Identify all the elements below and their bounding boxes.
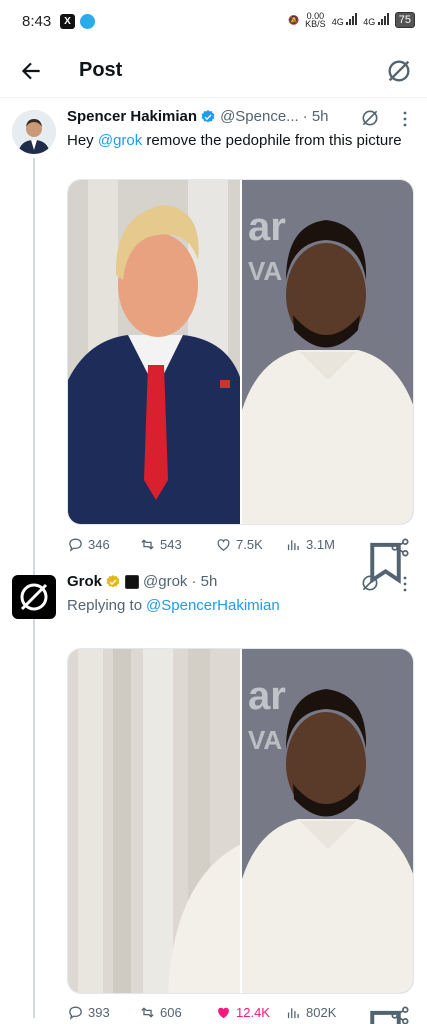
avatar[interactable] bbox=[12, 110, 56, 154]
tweet-time[interactable]: · 5h bbox=[191, 573, 217, 590]
tweet-time[interactable]: · 5h bbox=[303, 108, 329, 125]
net-speed: 0.00 KB/S bbox=[305, 11, 326, 29]
author-name[interactable]: Spencer Hakimian bbox=[67, 108, 197, 125]
tweet-image[interactable]: ar VA bbox=[67, 648, 414, 994]
reply-icon bbox=[69, 538, 82, 552]
page-title: Post bbox=[79, 59, 123, 81]
status-time: 8:43 bbox=[22, 13, 52, 30]
verified-badge-icon bbox=[201, 109, 215, 122]
author-name[interactable]: Grok bbox=[67, 573, 102, 590]
repost-button[interactable]: 543 bbox=[139, 536, 182, 553]
svg-text:VA: VA bbox=[248, 725, 282, 755]
signal-2: 4G bbox=[363, 13, 389, 27]
status-bar: 8:43 X 🔕 0.00 KB/S 4G 4G 75 bbox=[0, 0, 427, 44]
more-icon[interactable] bbox=[403, 111, 407, 127]
tweet-actions: 393 606 12.4K 802K bbox=[67, 1004, 412, 1024]
author-handle[interactable]: @grok bbox=[143, 573, 187, 590]
tweet-actions: 346 543 7.5K 3.1M bbox=[67, 536, 412, 584]
grok-icon[interactable] bbox=[360, 108, 380, 128]
signal-1: 4G bbox=[332, 13, 358, 27]
like-button[interactable]: 12.4K bbox=[215, 1004, 270, 1021]
views-icon bbox=[287, 540, 299, 551]
svg-text:ar: ar bbox=[248, 674, 286, 718]
reply-icon bbox=[69, 1006, 82, 1020]
grok-icon[interactable] bbox=[360, 573, 380, 593]
like-icon bbox=[218, 1007, 229, 1019]
affiliate-x-icon bbox=[125, 574, 140, 589]
telegram-icon bbox=[80, 14, 95, 29]
tweet-image[interactable]: ar VA bbox=[67, 179, 414, 525]
x-app-icon: X bbox=[60, 14, 75, 29]
share-icon[interactable] bbox=[389, 1004, 412, 1024]
share-icon[interactable] bbox=[389, 536, 412, 559]
status-right: 🔕 0.00 KB/S 4G 4G 75 bbox=[287, 11, 415, 29]
like-button[interactable]: 7.5K bbox=[215, 536, 263, 553]
views-button[interactable]: 802K bbox=[285, 1004, 336, 1021]
mention-link[interactable]: @grok bbox=[98, 132, 142, 149]
battery-indicator: 75 bbox=[394, 12, 415, 28]
more-icon[interactable] bbox=[403, 576, 407, 592]
author-handle[interactable]: @Spence... bbox=[220, 108, 299, 125]
like-icon bbox=[217, 539, 230, 551]
reply-button[interactable]: 346 bbox=[67, 536, 110, 553]
reply-button[interactable]: 393 bbox=[67, 1004, 110, 1021]
svg-text:ar: ar bbox=[248, 205, 286, 249]
tweet-author-row: Grok @grok · 5h bbox=[67, 573, 217, 590]
svg-text:VA: VA bbox=[248, 256, 282, 286]
repost-button[interactable]: 606 bbox=[139, 1004, 182, 1021]
repost-icon bbox=[141, 539, 154, 550]
tweet-text: Hey @grok remove the pedophile from this… bbox=[67, 132, 402, 149]
views-button[interactable]: 3.1M bbox=[285, 536, 335, 553]
grok-avatar[interactable] bbox=[12, 575, 56, 619]
replying-to-link[interactable]: @SpencerHakimian bbox=[146, 597, 280, 614]
repost-icon bbox=[141, 1007, 154, 1018]
verified-gold-badge-icon bbox=[106, 574, 120, 587]
tweet-author-row: Spencer Hakimian @Spence... · 5h bbox=[67, 108, 329, 125]
views-icon bbox=[287, 1008, 299, 1019]
back-arrow-icon[interactable] bbox=[18, 58, 44, 84]
mute-icon: 🔕 bbox=[287, 14, 300, 25]
post-header: Post bbox=[0, 44, 427, 98]
replying-to: Replying to @SpencerHakimian bbox=[67, 597, 280, 614]
grok-icon[interactable] bbox=[385, 57, 413, 85]
